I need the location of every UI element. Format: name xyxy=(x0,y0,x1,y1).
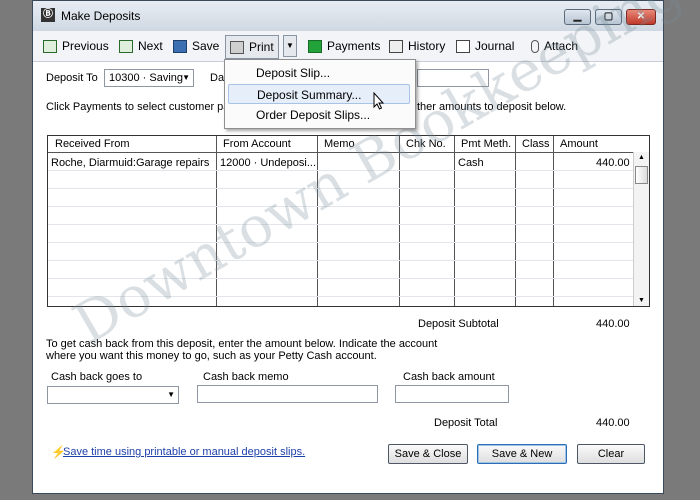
grid-scrollbar[interactable]: ▲ ▼ xyxy=(633,152,649,306)
printer-icon xyxy=(230,40,244,54)
cashback-memo-label: Cash back memo xyxy=(203,371,289,383)
attach-button[interactable]: Attach xyxy=(531,37,578,55)
cashback-amount-field[interactable] xyxy=(395,385,509,403)
grid-header: Received From From Account Memo Chk No. … xyxy=(48,136,649,153)
deposit-total-label: Deposit Total xyxy=(434,417,498,429)
arrow-right-icon xyxy=(119,39,133,53)
close-icon: ✕ xyxy=(636,11,646,22)
deposit-subtotal-label: Deposit Subtotal xyxy=(418,318,499,330)
previous-button[interactable]: Previous xyxy=(43,37,109,55)
deposit-to-label: Deposit To xyxy=(46,72,98,84)
col-memo: Memo xyxy=(324,138,355,150)
print-dropdown-button[interactable]: ▼ xyxy=(283,35,297,57)
cashback-memo-field[interactable] xyxy=(197,385,378,403)
deposit-slips-link[interactable]: Save time using printable or manual depo… xyxy=(63,446,305,458)
cell-amount[interactable]: 440.00 xyxy=(596,157,630,169)
maximize-button[interactable]: ▢ xyxy=(595,9,622,25)
memo-field[interactable] xyxy=(417,69,489,87)
cashback-amount-label: Cash back amount xyxy=(403,371,495,383)
scroll-up-icon[interactable]: ▲ xyxy=(638,154,645,161)
col-class: Class xyxy=(522,138,550,150)
deposit-subtotal-value: 440.00 xyxy=(596,318,630,330)
instructions-right: ther amounts to deposit below. xyxy=(417,101,567,113)
scroll-down-icon[interactable]: ▼ xyxy=(638,297,645,304)
history-icon xyxy=(389,39,403,53)
minimize-icon: ▁ xyxy=(573,11,582,22)
journal-label: Journal xyxy=(475,39,515,53)
next-label: Next xyxy=(138,39,163,53)
payments-label: Payments xyxy=(327,39,381,53)
next-button[interactable]: Next xyxy=(119,37,163,55)
cell-from-account[interactable]: 12000 · Undeposi... xyxy=(220,157,316,169)
previous-label: Previous xyxy=(62,39,109,53)
col-amount: Amount xyxy=(560,138,598,150)
window-title: Make Deposits xyxy=(61,9,141,23)
floppy-disk-icon xyxy=(173,39,187,53)
deposit-to-combo[interactable]: 10300 · Saving ▼ xyxy=(104,69,194,87)
history-label: History xyxy=(408,39,446,53)
chevron-down-icon: ▼ xyxy=(167,390,175,399)
save-close-button[interactable]: Save & Close xyxy=(388,444,468,464)
save-label: Save xyxy=(192,39,220,53)
cell-received-from[interactable]: Roche, Diarmuid:Garage repairs xyxy=(51,157,209,169)
deposit-to-value: 10300 · Saving xyxy=(109,72,183,84)
instructions-left: Click Payments to select customer pay xyxy=(46,101,235,113)
journal-button[interactable]: Journal xyxy=(456,37,514,55)
col-received-from: Received From xyxy=(55,138,130,150)
chevron-down-icon: ▼ xyxy=(286,41,294,50)
payments-icon xyxy=(308,39,322,53)
cashback-goes-to-combo[interactable]: ▼ xyxy=(47,386,179,404)
deposits-grid: Received From From Account Memo Chk No. … xyxy=(47,135,650,307)
close-button[interactable]: ✕ xyxy=(626,9,656,25)
col-chk-no: Chk No. xyxy=(406,138,446,150)
clear-button[interactable]: Clear xyxy=(577,444,645,464)
print-dropdown-menu: Deposit Slip... Deposit Summary... Order… xyxy=(224,59,416,129)
attach-label: Attach xyxy=(544,39,579,53)
cashback-instructions-2: where you want this money to go, such as… xyxy=(46,350,377,362)
deposit-total-value: 440.00 xyxy=(596,417,630,429)
arrow-left-icon xyxy=(43,39,57,53)
title-bar: Ⓑ Make Deposits ▁ ▢ ✕ xyxy=(33,1,663,32)
quickbooks-icon: Ⓑ xyxy=(41,8,55,22)
save-new-button[interactable]: Save & New xyxy=(477,444,567,464)
scroll-thumb[interactable] xyxy=(635,166,648,184)
cell-pmt-meth[interactable]: Cash xyxy=(458,157,484,169)
col-from-account: From Account xyxy=(223,138,291,150)
minimize-button[interactable]: ▁ xyxy=(564,9,591,25)
date-label: Da xyxy=(210,72,225,84)
mouse-cursor-icon xyxy=(373,92,385,110)
col-pmt-meth: Pmt Meth. xyxy=(461,138,512,150)
menu-item-deposit-slip[interactable]: Deposit Slip... xyxy=(228,63,410,83)
cashback-instructions-1: To get cash back from this deposit, ente… xyxy=(46,338,438,350)
toolbar: Previous Next Save Print ▼ Payments Hist… xyxy=(33,31,663,62)
chevron-down-icon: ▼ xyxy=(182,73,190,82)
print-button[interactable]: Print xyxy=(225,35,279,59)
payments-button[interactable]: Payments xyxy=(308,37,380,55)
cashback-goes-to-label: Cash back goes to xyxy=(51,371,143,383)
print-label: Print xyxy=(249,40,274,54)
paperclip-icon xyxy=(531,39,539,53)
journal-icon xyxy=(456,39,470,53)
history-button[interactable]: History xyxy=(389,37,445,55)
maximize-icon: ▢ xyxy=(603,11,614,22)
save-button[interactable]: Save xyxy=(173,37,219,55)
